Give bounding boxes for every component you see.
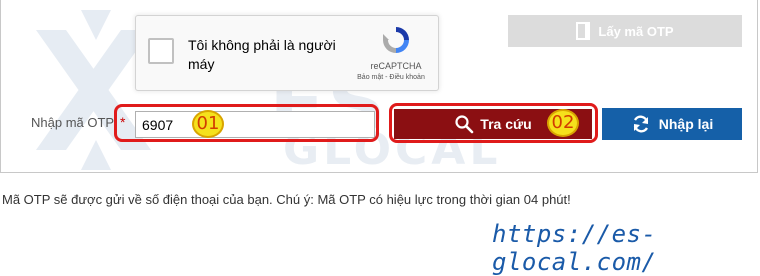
recaptcha-logo-icon: [383, 27, 409, 53]
otp-panel: ES GLOCAL Tôi không phải là người máy re…: [0, 0, 758, 175]
otp-note: Mã OTP sẽ được gửi về số điện thoại của …: [2, 192, 571, 207]
required-mark: *: [120, 114, 126, 130]
step-badge-1: 01: [192, 110, 224, 138]
recaptcha-links[interactable]: Bảo mật - Điều khoản: [348, 74, 434, 81]
recaptcha-checkbox[interactable]: [148, 38, 174, 64]
search-icon: [455, 115, 474, 134]
search-label: Tra cứu: [480, 116, 532, 132]
get-otp-label: Lấy mã OTP: [598, 23, 674, 39]
website-url: https://es-glocal.com/: [492, 220, 657, 276]
get-otp-button[interactable]: Lấy mã OTP: [508, 15, 742, 47]
step-badge-2: 02: [547, 109, 579, 137]
refresh-icon: [633, 115, 648, 133]
recaptcha-brand: reCAPTCHA: [370, 61, 422, 71]
recaptcha-label: Tôi không phải là người máy: [188, 37, 336, 72]
otp-field-label: Nhập mã OTP: [31, 115, 115, 130]
recaptcha-widget: Tôi không phải là người máy reCAPTCHA Bả…: [135, 15, 439, 91]
reset-button[interactable]: Nhập lại: [602, 108, 742, 140]
door-exit-icon: [576, 22, 591, 40]
reset-label: Nhập lại: [658, 116, 714, 132]
otp-input[interactable]: [135, 111, 375, 138]
